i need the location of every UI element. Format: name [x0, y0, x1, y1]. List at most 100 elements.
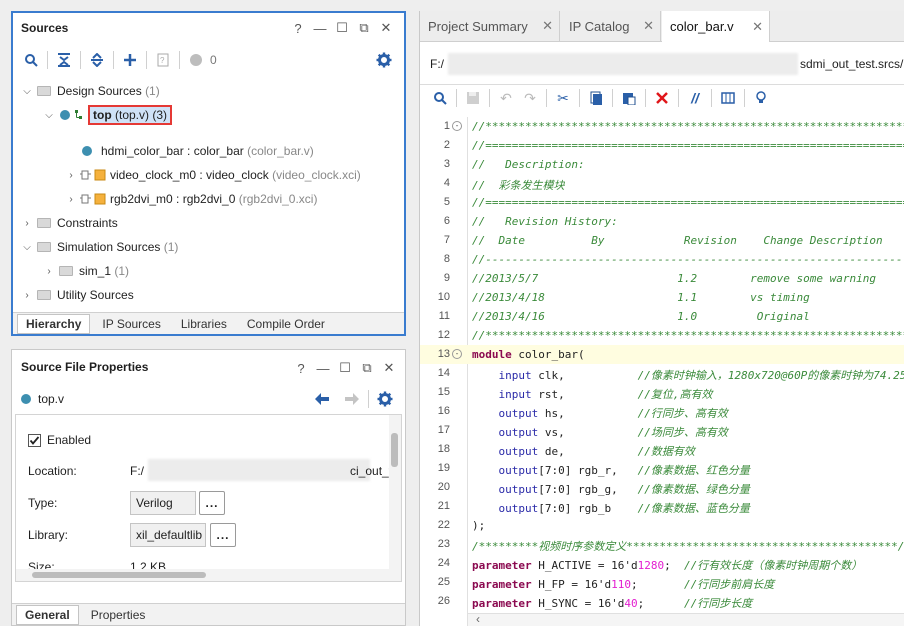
- minimize-icon[interactable]: —: [313, 358, 333, 378]
- maximize-icon[interactable]: ☐: [332, 18, 352, 38]
- close-icon[interactable]: ✕: [379, 358, 399, 378]
- close-icon[interactable]: ✕: [542, 18, 553, 34]
- help-icon[interactable]: ?: [288, 18, 308, 38]
- back-arrow-icon[interactable]: [310, 388, 334, 410]
- search-icon[interactable]: [19, 49, 43, 71]
- tab-compile-order[interactable]: Compile Order: [239, 315, 333, 333]
- chevron-down-icon[interactable]: ⌵: [21, 86, 33, 97]
- code-line[interactable]: 2 //=====================================…: [420, 136, 904, 155]
- paste-icon[interactable]: [617, 87, 641, 109]
- comment-toggle-icon[interactable]: //: [683, 87, 707, 109]
- top-module-highlight[interactable]: top (top.v) (3): [88, 105, 173, 125]
- tree-node-constraints[interactable]: › Constraints: [21, 213, 117, 233]
- tab-general[interactable]: General: [16, 604, 79, 625]
- code-line[interactable]: 14 input clk, //像素时钟输入，1280x720@60P的像素时钟…: [420, 364, 904, 383]
- type-browse-button[interactable]: ...: [199, 491, 225, 515]
- copy-icon[interactable]: [584, 87, 608, 109]
- cut-icon[interactable]: ✂: [551, 87, 575, 109]
- library-field[interactable]: xil_defaultlib: [130, 523, 206, 547]
- gear-icon[interactable]: [372, 49, 396, 71]
- undo-icon[interactable]: ↶: [494, 87, 518, 109]
- chevron-right-icon[interactable]: ›: [21, 218, 33, 229]
- chevron-right-icon[interactable]: ›: [65, 194, 77, 205]
- tab-ip-catalog[interactable]: IP Catalog ✕: [561, 11, 661, 42]
- gear-icon[interactable]: [373, 388, 397, 410]
- horizontal-scrollbar[interactable]: ‹: [468, 612, 904, 626]
- code-line[interactable]: 7 // Date By Revision Change Description: [420, 231, 904, 250]
- code-line[interactable]: 5 //=====================================…: [420, 193, 904, 212]
- code-line[interactable]: 24 parameter H_ACTIVE = 16'd1280; //行有效长度…: [420, 554, 904, 573]
- code-line[interactable]: 8 //-------------------------------------…: [420, 250, 904, 269]
- code-editor[interactable]: 1-//************************************…: [420, 117, 904, 626]
- code-line[interactable]: 3 // Description:: [420, 155, 904, 174]
- code-line[interactable]: 25 parameter H_FP = 16'd110; //行同步前肩长度: [420, 573, 904, 592]
- tab-project-summary[interactable]: Project Summary ✕: [420, 11, 560, 42]
- save-icon[interactable]: [461, 87, 485, 109]
- code-line[interactable]: 13- module color_bar(: [420, 345, 904, 364]
- tab-properties[interactable]: Properties: [83, 606, 154, 624]
- code-line[interactable]: 9 //2013/5/7 1.2 remove some warning: [420, 269, 904, 288]
- code-line[interactable]: 23 /*********视频时序参数定义********************…: [420, 535, 904, 554]
- close-icon[interactable]: ✕: [752, 19, 763, 35]
- code-line[interactable]: 19 output[7:0] rgb_r, //像素数据、红色分量: [420, 459, 904, 478]
- delete-icon[interactable]: [650, 87, 674, 109]
- type-field[interactable]: Verilog: [130, 491, 196, 515]
- code-line[interactable]: 22);: [420, 516, 904, 535]
- column-select-icon[interactable]: [716, 87, 740, 109]
- add-icon[interactable]: [118, 49, 142, 71]
- tree-node-simulation-sources[interactable]: ⌵ Simulation Sources (1): [21, 237, 178, 257]
- close-icon[interactable]: ✕: [376, 18, 396, 38]
- code-line[interactable]: 18 output de, //数据有效: [420, 440, 904, 459]
- code-line[interactable]: 6 // Revision History:: [420, 212, 904, 231]
- enabled-checkbox[interactable]: [28, 433, 41, 447]
- collapse-all-icon[interactable]: [52, 49, 76, 71]
- lightbulb-icon[interactable]: [749, 87, 773, 109]
- library-browse-button[interactable]: ...: [210, 523, 236, 547]
- code-line[interactable]: 17 output vs, //场同步、高有效: [420, 421, 904, 440]
- fold-toggle-icon[interactable]: -: [452, 349, 462, 359]
- chevron-down-icon[interactable]: ⌵: [21, 242, 33, 253]
- code-line[interactable]: 21 output[7:0] rgb_b //像素数据、蓝色分量: [420, 497, 904, 516]
- code-line[interactable]: 10 //2013/4/18 1.1 vs timing: [420, 288, 904, 307]
- scrollbar-thumb[interactable]: [391, 433, 398, 467]
- chevron-right-icon[interactable]: ›: [21, 290, 33, 301]
- chevron-right-icon[interactable]: ›: [65, 170, 77, 181]
- tree-node-top[interactable]: ⌵ top (top.v) (3): [43, 105, 173, 125]
- search-icon[interactable]: [428, 87, 452, 109]
- code-line[interactable]: 1-//************************************…: [420, 117, 904, 136]
- tree-node-hdmi-color-bar[interactable]: hdmi_color_bar : color_bar (color_bar.v): [81, 141, 314, 161]
- tab-color-bar-v[interactable]: color_bar.v ✕: [662, 11, 770, 42]
- code-line[interactable]: 15 input rst, //复位,高有效: [420, 383, 904, 402]
- minimize-icon[interactable]: —: [310, 18, 330, 38]
- code-line[interactable]: 26 parameter H_SYNC = 16'd40; //行同步长度: [420, 592, 904, 611]
- redo-icon[interactable]: ↷: [518, 87, 542, 109]
- tree-node-design-sources[interactable]: ⌵ Design Sources (1): [21, 81, 160, 101]
- code-line[interactable]: 11 //2013/4/16 1.0 Original: [420, 307, 904, 326]
- chevron-down-icon[interactable]: ⌵: [43, 110, 55, 121]
- tab-libraries[interactable]: Libraries: [173, 315, 235, 333]
- float-icon[interactable]: ⧉: [354, 18, 374, 38]
- fold-toggle-icon[interactable]: -: [452, 121, 462, 131]
- report-icon[interactable]: ?: [151, 49, 175, 71]
- tree-node-sim-1[interactable]: › sim_1 (1): [43, 261, 129, 281]
- enabled-row[interactable]: Enabled: [28, 433, 91, 447]
- code-line[interactable]: 20 output[7:0] rgb_g, //像素数据、绿色分量: [420, 478, 904, 497]
- code-line[interactable]: 16 output hs, //行同步、高有效: [420, 402, 904, 421]
- horizontal-scrollbar[interactable]: [16, 569, 389, 581]
- tab-hierarchy[interactable]: Hierarchy: [17, 313, 91, 334]
- chevron-right-icon[interactable]: ›: [43, 266, 55, 277]
- tree-node-utility-sources[interactable]: › Utility Sources: [21, 285, 133, 305]
- tree-node-rgb2dvi[interactable]: › rgb2dvi_m0 : rgb2dvi_0 (rgb2dvi_0.xci): [65, 189, 317, 209]
- expand-all-icon[interactable]: [85, 49, 109, 71]
- close-icon[interactable]: ✕: [643, 18, 654, 34]
- tree-node-video-clock[interactable]: › video_clock_m0 : video_clock (video_cl…: [65, 165, 360, 185]
- maximize-icon[interactable]: ☐: [335, 358, 355, 378]
- forward-arrow-icon[interactable]: [340, 388, 364, 410]
- chevron-left-icon[interactable]: ‹: [476, 612, 480, 626]
- float-icon[interactable]: ⧉: [357, 358, 377, 378]
- help-icon[interactable]: ?: [291, 358, 311, 378]
- tab-ip-sources[interactable]: IP Sources: [94, 315, 168, 333]
- vertical-scrollbar[interactable]: [389, 415, 401, 581]
- scrollbar-thumb[interactable]: [32, 572, 206, 578]
- code-line[interactable]: 4 // 彩条发生模块: [420, 174, 904, 193]
